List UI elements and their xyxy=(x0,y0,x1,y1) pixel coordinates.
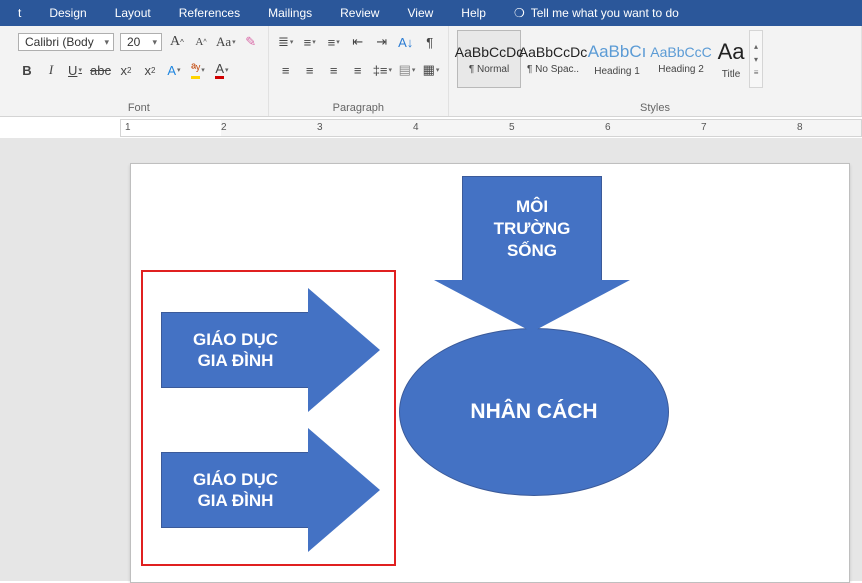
ruler-tick: 1 xyxy=(125,122,131,133)
borders-button[interactable]: ▦▾ xyxy=(422,60,440,80)
font-group: Calibri (Body▾ 20▾ A^ A^ Aa▾ ✎ B I U▾ ab… xyxy=(10,26,269,116)
line-spacing-button[interactable]: ‡≡▾ xyxy=(373,60,392,80)
style-card-title[interactable]: Aa Title xyxy=(713,30,749,88)
shape-oval[interactable]: NHÂN CÁCH xyxy=(399,328,669,496)
menu-tab[interactable]: Design xyxy=(35,0,100,26)
lightbulb-icon: ❍ xyxy=(514,6,525,20)
bold-button[interactable]: B xyxy=(18,60,36,80)
show-marks-button[interactable]: ¶ xyxy=(421,32,439,52)
style-card-heading2[interactable]: AaBbCcC Heading 2 xyxy=(649,30,713,88)
ribbon: Calibri (Body▾ 20▾ A^ A^ Aa▾ ✎ B I U▾ ab… xyxy=(0,26,862,117)
change-case-button[interactable]: Aa▾ xyxy=(216,32,236,52)
menu-tab[interactable]: Mailings xyxy=(254,0,326,26)
style-card-nospacing[interactable]: AaBbCcDc ¶ No Spac.. xyxy=(521,30,585,88)
page[interactable]: NHÂN CÁCH MÔI TRƯỜNG SỐNG GIÁO DỤC GIA Đ… xyxy=(130,163,850,583)
align-center-button[interactable]: ≡ xyxy=(301,60,319,80)
text-effects-button[interactable]: A▾ xyxy=(165,60,183,80)
menu-bar: t Design Layout References Mailings Revi… xyxy=(0,0,862,26)
ruler-tick: 2 xyxy=(221,122,227,133)
shape-text: SỐNG xyxy=(507,240,557,262)
numbering-button[interactable]: ≡▾ xyxy=(301,32,319,52)
ruler-tick: 7 xyxy=(701,122,707,133)
document-canvas[interactable]: NHÂN CÁCH MÔI TRƯỜNG SỐNG GIÁO DỤC GIA Đ… xyxy=(0,138,862,581)
font-name-combo[interactable]: Calibri (Body▾ xyxy=(18,33,114,51)
shrink-font-button[interactable]: A^ xyxy=(192,32,210,52)
shape-text: TRƯỜNG xyxy=(494,218,571,240)
subscript-button[interactable]: x2 xyxy=(117,60,135,80)
paragraph-group-label: Paragraph xyxy=(277,100,440,114)
tell-me[interactable]: ❍ Tell me what you want to do xyxy=(500,0,693,26)
shading-button[interactable]: ▤▾ xyxy=(398,60,416,80)
font-group-label: Font xyxy=(18,100,260,114)
underline-button[interactable]: U▾ xyxy=(66,60,84,80)
grow-font-button[interactable]: A^ xyxy=(168,32,186,52)
shape-text: MÔI xyxy=(516,196,548,218)
chevron-down-icon: ▾ xyxy=(152,37,157,48)
ruler-tick: 4 xyxy=(413,122,419,133)
menu-tab[interactable]: Review xyxy=(326,0,393,26)
menu-tab[interactable]: Layout xyxy=(101,0,165,26)
menu-tab[interactable]: t xyxy=(4,0,35,26)
menu-tab[interactable]: View xyxy=(393,0,447,26)
ruler-tick: 3 xyxy=(317,122,323,133)
decrease-indent-button[interactable]: ⇤ xyxy=(349,32,367,52)
shape-down-arrow[interactable]: MÔI TRƯỜNG SỐNG xyxy=(434,176,630,332)
sort-button[interactable]: A↓ xyxy=(397,32,415,52)
shape-oval-text: NHÂN CÁCH xyxy=(470,400,597,424)
styles-gallery-more[interactable]: ▴▾≡ xyxy=(749,30,763,88)
style-card-normal[interactable]: AaBbCcDc ¶ Normal xyxy=(457,30,521,88)
increase-indent-button[interactable]: ⇥ xyxy=(373,32,391,52)
justify-button[interactable]: ≡ xyxy=(349,60,367,80)
align-right-button[interactable]: ≡ xyxy=(325,60,343,80)
multilevel-button[interactable]: ≡▾ xyxy=(325,32,343,52)
font-size-combo[interactable]: 20▾ xyxy=(120,33,162,51)
menu-tab[interactable]: Help xyxy=(447,0,500,26)
italic-button[interactable]: I xyxy=(42,60,60,80)
highlight-button[interactable]: ªʸ▾ xyxy=(189,60,207,80)
bullets-button[interactable]: ≣▾ xyxy=(277,32,295,52)
align-left-button[interactable]: ≡ xyxy=(277,60,295,80)
strike-button[interactable]: abc xyxy=(90,60,111,80)
style-card-heading1[interactable]: AaBbCı Heading 1 xyxy=(585,30,649,88)
superscript-button[interactable]: x2 xyxy=(141,60,159,80)
selection-rectangle[interactable] xyxy=(141,270,396,566)
ruler-area: 1 2 3 4 5 6 7 8 xyxy=(0,117,862,139)
styles-gallery: AaBbCcDc ¶ Normal AaBbCcDc ¶ No Spac.. A… xyxy=(457,30,853,88)
clear-format-button[interactable]: ✎ xyxy=(242,32,260,52)
font-color-button[interactable]: A▾ xyxy=(213,60,231,80)
ruler-tick: 6 xyxy=(605,122,611,133)
horizontal-ruler[interactable]: 1 2 3 4 5 6 7 8 xyxy=(120,119,862,137)
chevron-down-icon: ▾ xyxy=(104,37,109,48)
styles-group: AaBbCcDc ¶ Normal AaBbCcDc ¶ No Spac.. A… xyxy=(449,26,862,116)
ruler-tick: 8 xyxy=(797,122,803,133)
paragraph-group: ≣▾ ≡▾ ≡▾ ⇤ ⇥ A↓ ¶ ≡ ≡ ≡ ≡ ‡≡▾ ▤▾ ▦▾ xyxy=(269,26,449,116)
styles-group-label: Styles xyxy=(457,100,853,114)
ruler-tick: 5 xyxy=(509,122,515,133)
menu-tab[interactable]: References xyxy=(165,0,254,26)
